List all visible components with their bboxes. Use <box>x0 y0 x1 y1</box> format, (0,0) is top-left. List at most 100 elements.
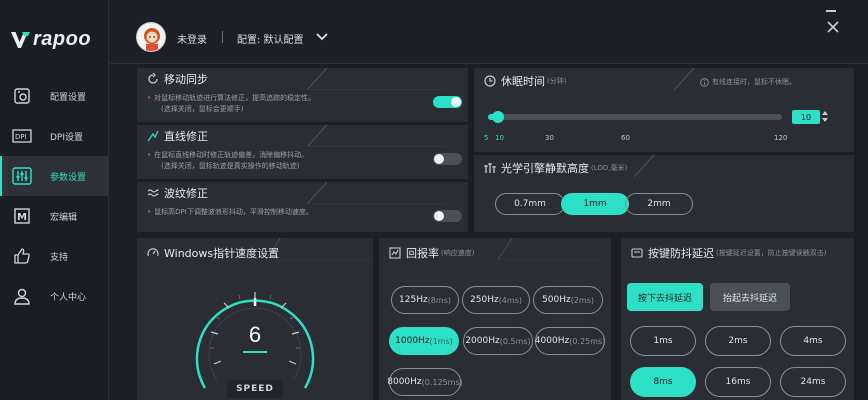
pointer-speed-panel: Windows指针速度设置 6 SPEED <box>137 238 373 400</box>
header-decoration <box>497 238 601 260</box>
sidebar-item-config[interactable]: 配置设置 <box>0 76 109 116</box>
polling-option-1000hz[interactable]: 1000Hz (1ms) <box>389 327 459 355</box>
divider <box>222 31 223 43</box>
lod-option-1mm[interactable]: 1mm <box>561 193 629 215</box>
sleep-lod-panel: 休眠时间 (分钟) 有线连接时，鼠标不休眠。 10 5 10 30 60 120… <box>474 68 854 232</box>
sidebar-item-params[interactable]: 参数设置 <box>0 156 109 196</box>
polling-rate-panel: 回报率 (响应速度) 125Hz (8ms) 250Hz (4ms) 500Hz (2… <box>379 238 611 400</box>
svg-text:M: M <box>17 212 27 223</box>
lod-header: 光学引擎静默高度 (LOD,毫米) <box>474 155 627 181</box>
sleep-tick: 120 <box>774 134 788 142</box>
lod-bars-icon <box>484 163 496 173</box>
sleep-slider-handle[interactable] <box>492 111 504 123</box>
header-decoration <box>307 125 447 147</box>
angle-icon <box>147 130 159 142</box>
sidebar-item-label: 配置设置 <box>50 92 87 103</box>
pointer-speed-header: Windows指针速度设置 <box>137 238 279 268</box>
polling-ms: (0.125ms) <box>421 377 463 387</box>
ripple-header: 波纹修正 <box>137 182 208 204</box>
polling-ms: (4ms) <box>498 295 522 305</box>
sidebar-item-label: 参数设置 <box>50 172 87 183</box>
polling-rate-title: 回报率 <box>406 247 439 260</box>
lod-option-2mm[interactable]: 2mm <box>625 193 693 215</box>
polling-option-2000hz[interactable]: 2000Hz (0.5ms) <box>463 327 533 355</box>
ripple-panel: 波纹修正 • 鼠标高DPI下调整波浪形抖动，平滑控制移动速度。 <box>137 182 468 232</box>
gauge-icon <box>147 248 159 257</box>
sidebar-item-dpi[interactable]: DPI DPI设置 <box>0 116 109 156</box>
config-icon <box>12 86 32 106</box>
speed-value: 6 <box>248 322 262 347</box>
release-debounce-tab[interactable]: 抬起去抖延迟 <box>710 283 790 311</box>
sleep-title: 休眠时间 <box>501 75 545 88</box>
angle-snap-title: 直线修正 <box>164 130 208 143</box>
chevron-down-icon[interactable] <box>315 31 329 43</box>
sidebar-nav: 配置设置 DPI DPI设置 参数设置 M 宏编辑 支持 个人中心 <box>0 76 109 316</box>
decrement-icon[interactable] <box>822 118 828 123</box>
lod-unit: (LOD,毫米) <box>591 164 628 172</box>
polling-option-4000hz[interactable]: 4000Hz (0.25ms) <box>535 327 605 355</box>
debounce-option-1ms[interactable]: 1ms <box>630 326 696 356</box>
debounce-option-8ms[interactable]: 8ms <box>630 367 696 397</box>
polling-ms: (1ms) <box>429 336 453 346</box>
debounce-panel: 按键防抖延迟 (按键延迟设置，防止按键误触双击) 按下去抖延迟 抬起去抖延迟 1… <box>621 238 854 400</box>
sidebar-item-user-center[interactable]: 个人中心 <box>0 276 109 316</box>
press-debounce-tab[interactable]: 按下去抖延迟 <box>627 283 703 311</box>
polling-option-500hz[interactable]: 500Hz (2ms) <box>533 286 603 314</box>
lod-option-0-7mm[interactable]: 0.7mm <box>495 193 565 215</box>
sleep-tick: 5 <box>484 134 489 142</box>
sleep-note-text: 有线连接时，鼠标不休眠。 <box>712 78 796 86</box>
debounce-option-2ms[interactable]: 2ms <box>705 326 771 356</box>
lod-title: 光学引擎静默高度 <box>501 162 589 175</box>
minimize-button[interactable] <box>826 10 836 12</box>
sleep-tick: 10 <box>495 134 504 142</box>
sync-icon <box>148 73 158 84</box>
thumbs-up-icon <box>12 246 32 266</box>
polling-hz: 1000Hz <box>395 336 430 346</box>
debounce-option-4ms[interactable]: 4ms <box>780 326 846 356</box>
header-decoration <box>634 155 655 177</box>
polling-hz: 8000Hz <box>387 377 422 387</box>
login-status[interactable]: 未登录 <box>177 31 207 46</box>
polling-rate-sub: (响应速度) <box>441 249 475 257</box>
polling-ms: (0.5ms) <box>499 336 531 346</box>
motion-sync-toggle[interactable] <box>433 96 462 108</box>
sleep-slider[interactable] <box>488 111 782 123</box>
header-decoration <box>307 68 447 90</box>
clock-icon <box>484 75 496 87</box>
debounce-option-16ms[interactable]: 16ms <box>705 367 771 397</box>
polling-ms: (8ms) <box>427 295 451 305</box>
close-icon[interactable] <box>826 20 840 34</box>
polling-option-8000hz[interactable]: 8000Hz (0.125ms) <box>387 368 463 396</box>
polling-ms: (0.25ms) <box>569 336 606 346</box>
profile-selector[interactable]: 配置: 默认配置 <box>237 31 304 46</box>
ripple-toggle[interactable] <box>433 210 462 222</box>
polling-hz: 500Hz <box>542 295 571 305</box>
polling-hz: 250Hz <box>470 295 499 305</box>
motion-sync-title: 移动同步 <box>164 73 208 86</box>
user-icon <box>12 286 32 306</box>
avatar[interactable] <box>136 22 166 52</box>
sleep-tick: 60 <box>621 134 630 142</box>
sidebar: rapoo 配置设置 DPI DPI设置 参数设置 M 宏编辑 支持 个人中心 <box>0 0 109 400</box>
motion-sync-description: • 对鼠标移动轨迹进行算法修正，提高追踪的稳定性。 (选择关闭，鼠标会更顺手) <box>147 94 316 113</box>
polling-option-125hz[interactable]: 125Hz (8ms) <box>391 286 459 314</box>
sleep-unit: (分钟) <box>547 77 567 85</box>
sleep-header: 休眠时间 (分钟) <box>474 68 566 94</box>
motion-sync-desc-line2: (选择关闭，鼠标会更顺手) <box>161 105 244 113</box>
sidebar-item-macro[interactable]: M 宏编辑 <box>0 196 109 236</box>
angle-snap-toggle[interactable] <box>433 153 462 165</box>
logo-text: rapoo <box>33 28 92 50</box>
polling-option-250hz[interactable]: 250Hz (4ms) <box>462 286 530 314</box>
svg-text:DPI: DPI <box>15 133 27 141</box>
ripple-desc-line1: 鼠标高DPI下调整波浪形抖动，平滑控制移动速度。 <box>154 208 313 216</box>
info-icon <box>700 77 709 87</box>
increment-icon[interactable] <box>822 110 828 115</box>
debounce-option-24ms[interactable]: 24ms <box>780 367 846 397</box>
macro-icon: M <box>12 206 32 226</box>
sidebar-item-support[interactable]: 支持 <box>0 236 109 276</box>
motion-sync-panel: 移动同步 • 对鼠标移动轨迹进行算法修正，提高追踪的稳定性。 (选择关闭，鼠标会更… <box>137 68 468 122</box>
sleep-value-input[interactable]: 10 <box>792 110 820 124</box>
header-decoration <box>307 182 447 204</box>
sidebar-item-label: DPI设置 <box>50 132 84 143</box>
keyboard-icon <box>631 248 643 258</box>
